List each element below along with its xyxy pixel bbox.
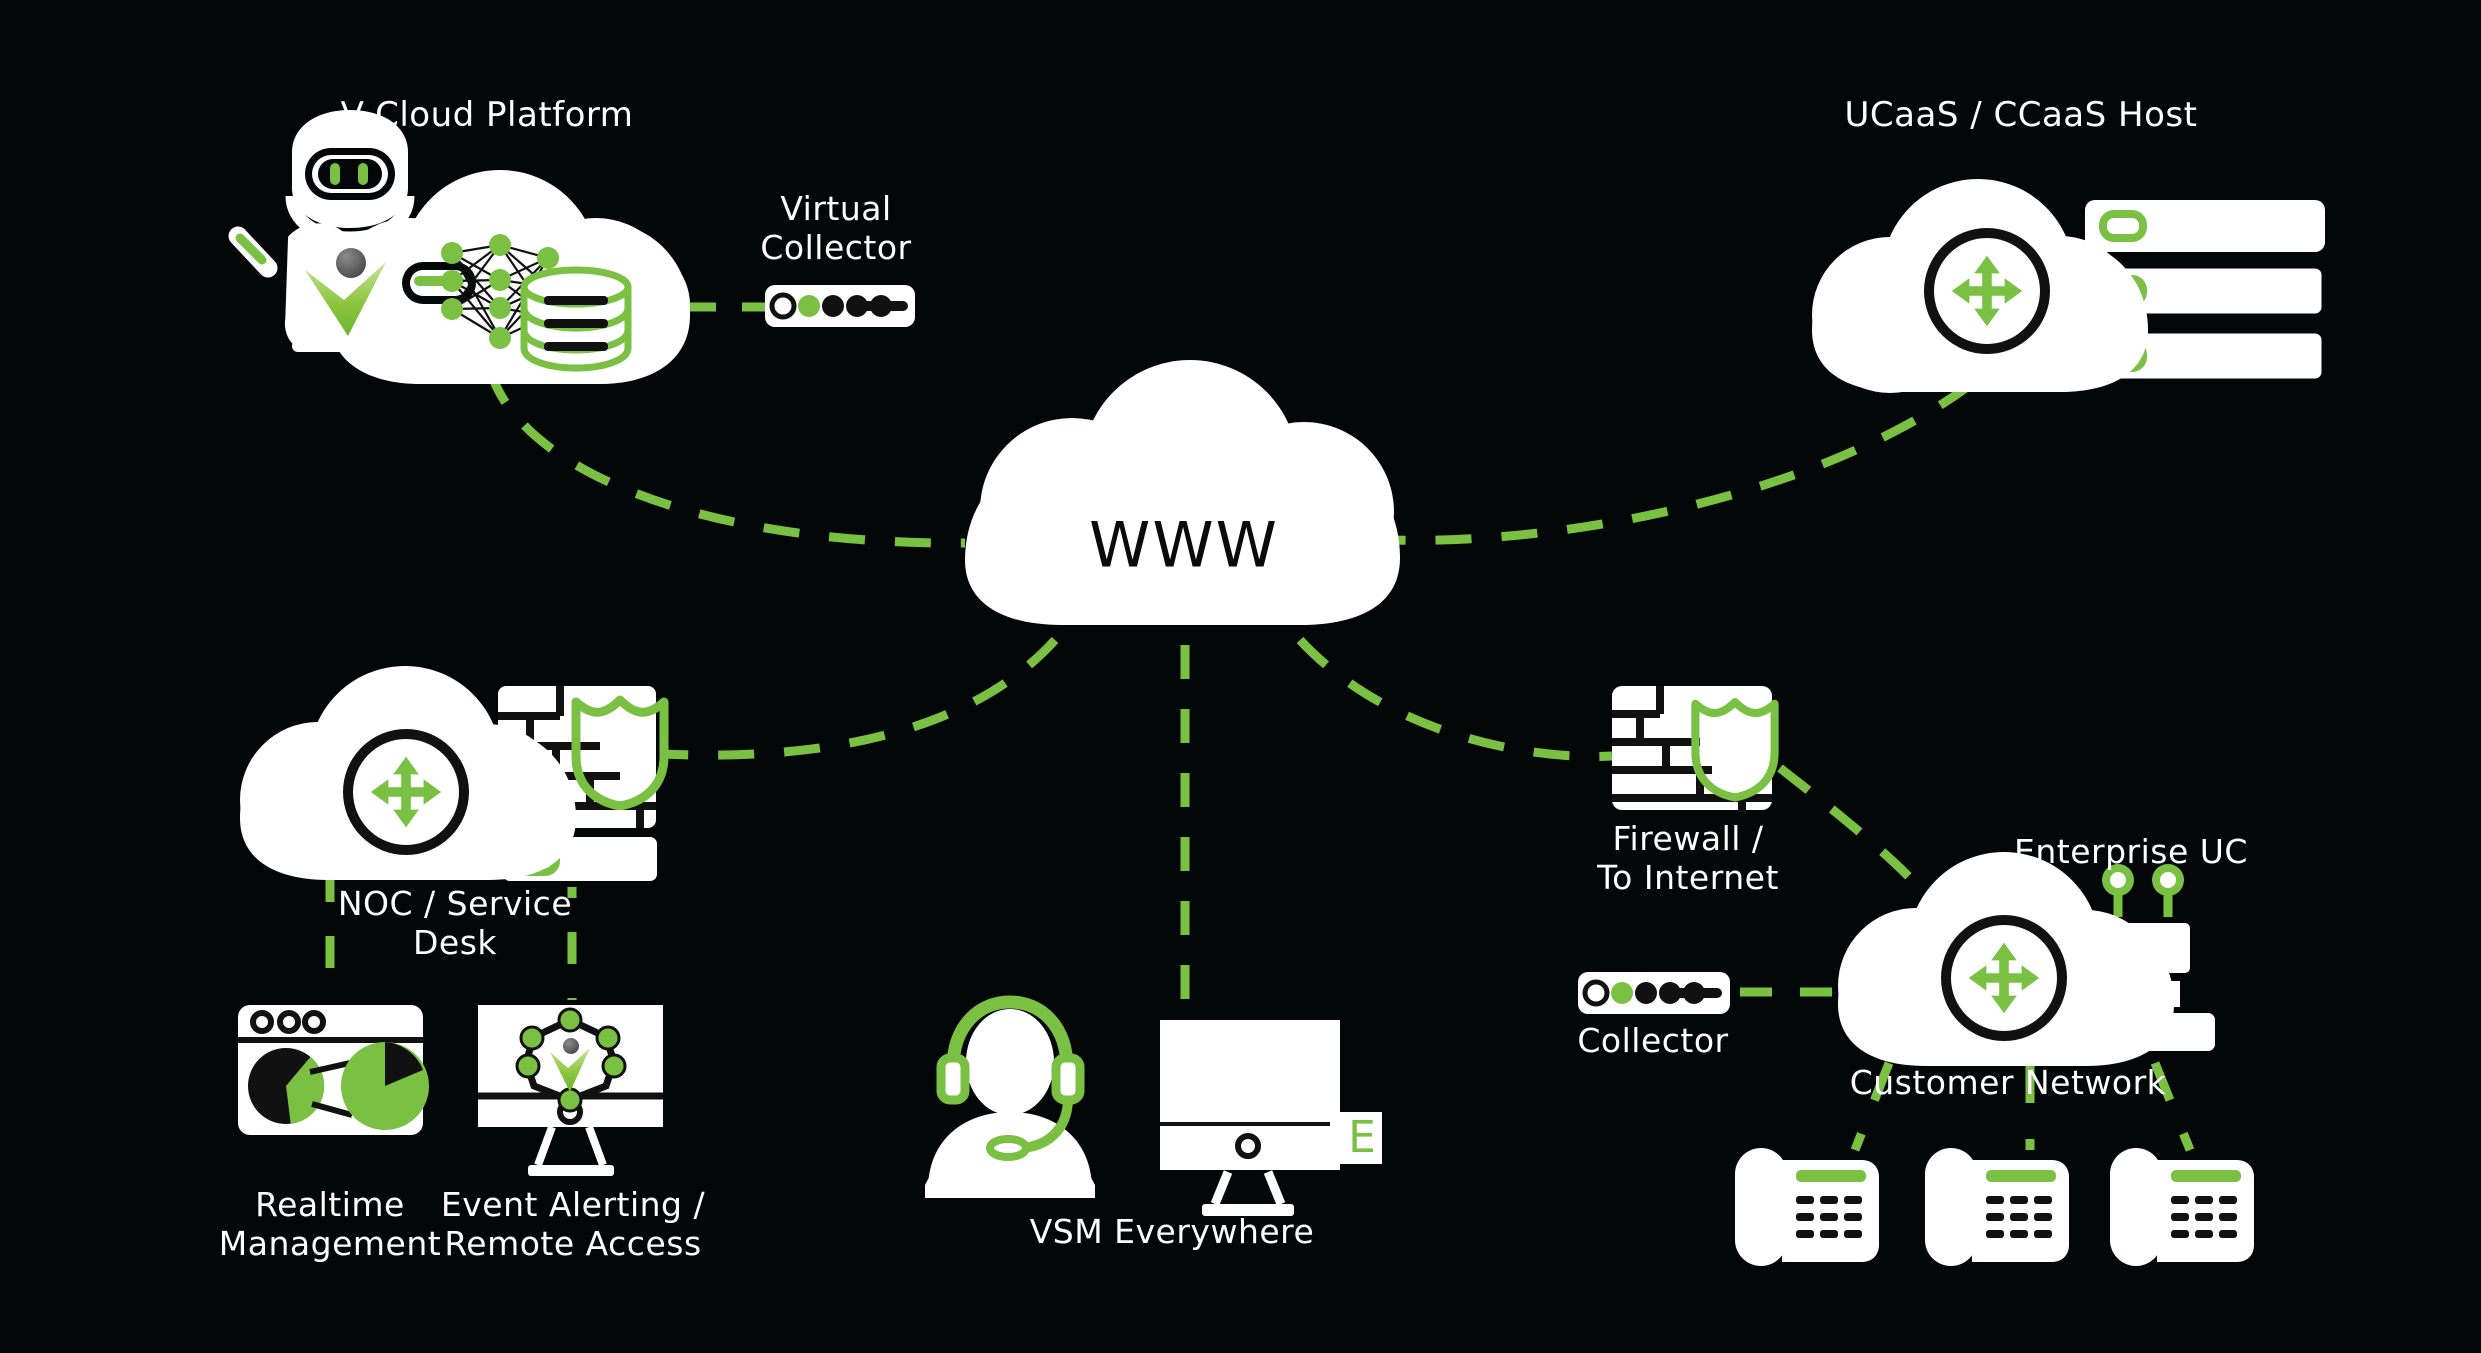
label-ucaas-ccaas-host: UCaaS / CCaaS Host <box>1844 95 2198 135</box>
database-icon <box>520 266 632 372</box>
label-noc-service-desk: NOC / Service Desk <box>337 884 573 962</box>
label-v-cloud-platform: V-Cloud Platform <box>340 95 634 135</box>
desk-phone-icon[interactable] <box>2110 1148 2254 1266</box>
node-virtual-collector[interactable] <box>765 285 915 327</box>
label-realtime-management: Realtime Management <box>218 1185 442 1263</box>
label-customer-network: Customer Network <box>1849 1063 2167 1102</box>
network-diagram-svg <box>0 0 2481 1353</box>
e-badge-label: E <box>1348 1112 1376 1163</box>
label-enterprise-uc: Enterprise UC <box>2014 832 2248 871</box>
node-collector[interactable] <box>1578 972 1730 1014</box>
label-event-alerting-remote-access: Event Alerting / Remote Access <box>440 1185 706 1263</box>
desk-phone-icon[interactable] <box>1735 1148 1879 1266</box>
label-firewall-to-internet: Firewall / To Internet <box>1597 819 1779 897</box>
www-label: WWW <box>1089 508 1279 582</box>
desk-phone-icon[interactable] <box>1925 1148 2069 1266</box>
label-collector: Collector <box>1577 1021 1729 1060</box>
node-desk-phones[interactable] <box>1735 1148 2254 1266</box>
label-virtual-collector: Virtual Collector <box>760 189 912 267</box>
node-realtime-management[interactable] <box>238 1005 429 1135</box>
diagram-canvas: WWW E V-Cloud Platform Virtual Collector… <box>0 0 2481 1353</box>
node-firewall-to-internet[interactable] <box>1612 686 1775 812</box>
firewall-shield-icon <box>1612 686 1775 812</box>
label-vsm-everywhere: VSM Everywhere <box>1029 1212 1315 1251</box>
